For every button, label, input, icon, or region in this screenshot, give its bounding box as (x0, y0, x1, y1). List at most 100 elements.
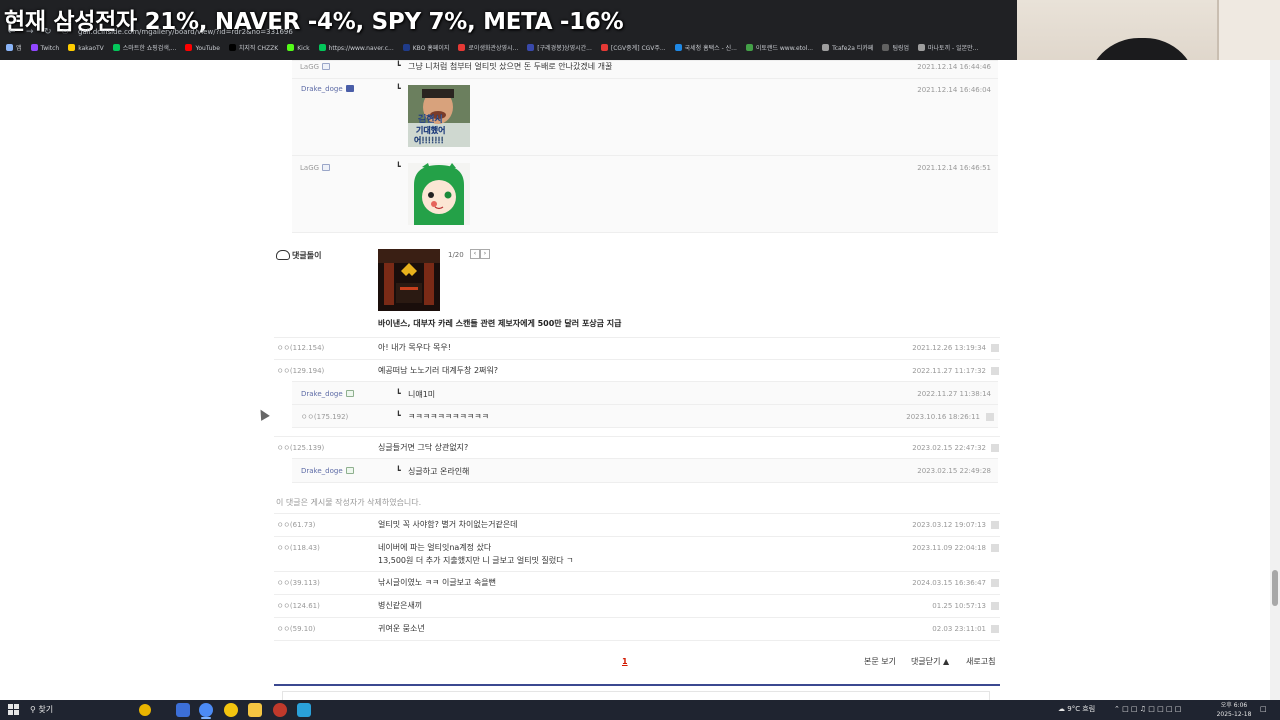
weather-widget[interactable]: ☁ 9°C 흐림 (1058, 703, 1095, 716)
delete-icon[interactable] (991, 579, 999, 587)
comment-page-link[interactable]: 1 (622, 656, 628, 667)
bookmark-item[interactable]: [구레경봉]상영시간... (527, 43, 592, 55)
reply-text: 니얘1미 (408, 390, 436, 399)
collapse-comments-button[interactable]: 댓글닫기 ▲ (911, 656, 949, 667)
bookmark-item[interactable]: 치지직 CHZZK (228, 43, 278, 55)
bookmark-item[interactable]: [CGV중계] CGV주... (600, 43, 666, 55)
bookmark-item[interactable]: Kick (287, 43, 310, 55)
bookmark-favicon-icon (6, 44, 13, 51)
taskbar-search[interactable]: ⚲ 찾기 (30, 703, 53, 716)
comment-nick[interactable]: ㅇㅇ(59.10) (277, 624, 315, 634)
bookmark-item[interactable]: KBO 홈페이지 (402, 43, 449, 55)
comment-text: 얼티밋 꼭 사야함? 별거 차이없는거같은데 (378, 520, 518, 529)
kakaotalk-icon[interactable] (224, 703, 238, 717)
green-character-image[interactable] (408, 163, 470, 225)
bookmark-item[interactable]: 국세청 홈택스 - 신... (674, 43, 737, 55)
comment-text: 병신같은새끼 (378, 601, 423, 610)
svg-text:기대했어: 기대했어 (416, 125, 445, 135)
page-content: LaGG ┗ 그냥 니처럼 첨부터 얼티밋 샀으면 돈 두배로 안나갔겠네 개꿀… (0, 60, 1270, 700)
refresh-comments-button[interactable]: 새로고침 (966, 656, 995, 667)
comment-date: 2023.02.15 22:47:32 (912, 444, 986, 452)
meme-face-image[interactable]: 김현시 기대했어 어!!!!!!! (408, 85, 470, 147)
reply-arrow-icon: ┗ (396, 466, 401, 475)
comment-date: 2022.11.27 11:17:32 (912, 367, 986, 375)
divider (274, 594, 1000, 595)
comment-nick[interactable]: ㅇㅇ(125.139) (277, 443, 324, 453)
comment-date: 2023.11.09 22:04:18 (912, 544, 986, 552)
delete-icon[interactable] (991, 625, 999, 633)
system-tray-icons[interactable]: ⌃ □ □ ♫ □ □ □ □ (1114, 703, 1181, 716)
ad-next-button[interactable]: › (480, 249, 490, 259)
edge-icon[interactable] (176, 703, 190, 717)
bookmark-label: 스마트한 쇼핑검색,... (122, 45, 177, 52)
comment-nick[interactable]: ㅇㅇ(118.43) (277, 543, 320, 553)
delete-icon[interactable] (991, 521, 999, 529)
windows-start-icon[interactable] (8, 704, 19, 715)
comment-nick[interactable]: ㅇㅇ(129.194) (277, 366, 324, 376)
bookmark-item[interactable]: 로이생화관상영시... (458, 43, 518, 55)
reply-nick[interactable]: ㅇㅇ(175.192) (301, 412, 348, 422)
comment-nick[interactable]: ㅇㅇ(61.73) (277, 520, 315, 530)
comment-date: 02.03 23:11:01 (932, 625, 986, 633)
clock-time: 오후 6:06 (1220, 702, 1248, 709)
delete-icon[interactable] (991, 344, 999, 352)
view-post-button[interactable]: 본문 보기 (864, 656, 896, 667)
reply-nick[interactable]: LaGG (300, 163, 331, 173)
reply-nick[interactable]: Drake_doge (301, 389, 354, 399)
site-info-icon[interactable]: ☉ (62, 26, 68, 38)
comment-nick[interactable]: ㅇㅇ(39.113) (277, 578, 320, 588)
ad-caption[interactable]: 바이낸스, 대부자 카레 스캔들 관련 제보자에게 500만 달러 포상금 지급 (378, 318, 622, 329)
back-icon[interactable]: ← (8, 26, 16, 38)
bookmark-item[interactable]: kakaoTV (68, 43, 104, 55)
delete-icon[interactable] (991, 544, 999, 552)
bookmark-favicon-icon (527, 44, 535, 51)
bookmark-favicon-icon (674, 44, 682, 51)
comment-nick[interactable]: ㅇㅇ(112.154) (277, 343, 324, 353)
bookmark-favicon-icon (600, 44, 608, 51)
divider (274, 359, 1000, 360)
notification-icon[interactable]: □ (1260, 703, 1267, 716)
bookmark-item[interactable]: 마나토끼 - 일본만... (918, 43, 978, 55)
forward-icon[interactable]: → (26, 26, 34, 38)
obs-icon[interactable] (273, 703, 287, 717)
file-explorer-icon[interactable] (248, 703, 262, 717)
bookmark-item[interactable]: YouTube (185, 43, 220, 55)
divider (274, 436, 1000, 437)
bookmark-item[interactable]: 스마트한 쇼핑검색,... (112, 43, 177, 55)
taskbar-clock[interactable]: 오후 6:06 2025-12-18 (1214, 701, 1254, 719)
comment-write-box[interactable] (282, 691, 990, 700)
bookmark-favicon-icon (918, 44, 926, 51)
delete-icon[interactable] (991, 444, 999, 452)
bookmark-item[interactable]: 앱 (6, 43, 22, 55)
delete-icon[interactable] (986, 413, 994, 421)
messenger-icon[interactable] (297, 703, 311, 717)
address-bar[interactable]: gall.dcinside.com/mgallery/board/view/?i… (78, 26, 293, 38)
bookmark-label: 앱 (16, 45, 22, 52)
ad-thumbnail-image[interactable] (378, 249, 440, 311)
divider (292, 78, 998, 79)
comment-nick[interactable]: ㅇㅇ(124.61) (277, 601, 320, 611)
copilot-icon[interactable] (139, 704, 151, 716)
comment-date: 2021.12.26 13:19:34 (912, 344, 986, 352)
bookmark-item[interactable]: https://www.naver.c... (318, 43, 394, 55)
scrollbar-thumb[interactable] (1272, 570, 1278, 606)
reply-date: 2023.02.15 22:49:28 (917, 467, 991, 475)
bookmark-item[interactable]: 팀링업 (882, 43, 909, 55)
bookmark-favicon-icon (68, 44, 76, 51)
reload-icon[interactable]: ↻ (44, 26, 52, 38)
reply-nick[interactable]: LaGG (300, 62, 331, 72)
reply-arrow-icon: ┗ (396, 61, 401, 70)
reply-nick[interactable]: Drake_doge (301, 466, 354, 476)
delete-icon[interactable] (991, 602, 999, 610)
chrome-icon[interactable] (199, 703, 213, 717)
bookmark-favicon-icon (402, 44, 410, 51)
bookmark-item[interactable]: 이토랜드 www.etol... (745, 43, 813, 55)
reply-text: ㅋㅋㅋㅋㅋㅋㅋㅋㅋㅋㅋ (408, 412, 489, 421)
divider (274, 571, 1000, 572)
bookmark-item[interactable]: Twitch (30, 43, 59, 55)
reply-nick[interactable]: Drake_doge (301, 84, 354, 94)
delete-icon[interactable] (991, 367, 999, 375)
bookmark-favicon-icon (882, 44, 890, 51)
bookmark-item[interactable]: Tcafe2a 티카페 (822, 43, 873, 55)
ad-prev-button[interactable]: ‹ (470, 249, 480, 259)
